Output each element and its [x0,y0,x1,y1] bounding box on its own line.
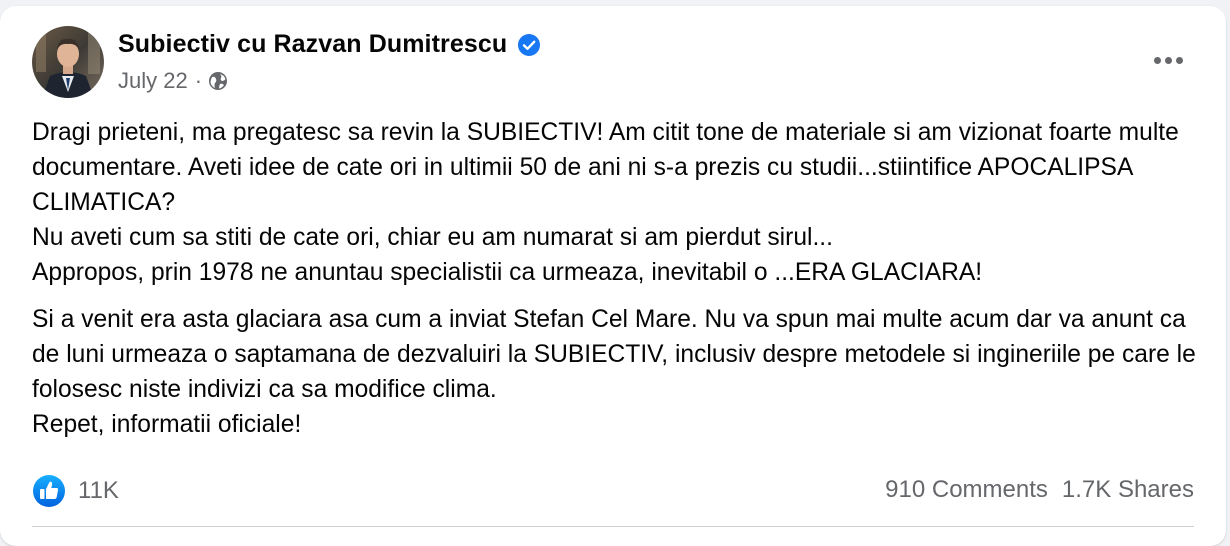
post-header: Subiectiv cu Razvan Dumitrescu July 22 · [32,26,1194,102]
meta-separator: · [194,68,203,93]
post-footer: 11K 910 Comments 1.7K Shares [32,470,1194,510]
post-paragraph-1: Dragi prieteni, ma pregatesc sa revin la… [32,115,1198,290]
post-paragraph-2: Si a venit era asta glaciara asa cum a i… [32,302,1198,442]
globe-icon[interactable] [208,71,228,91]
author-avatar[interactable] [32,26,104,98]
author-name[interactable]: Subiectiv cu Razvan Dumitrescu [118,30,507,59]
post-line: Nu aveti cum sa stiti de cate ori, chiar… [32,224,833,251]
engagement-stats: 910 Comments 1.7K Shares [885,476,1194,504]
verified-badge-icon [517,33,541,57]
more-options-icon-dot [1164,56,1172,64]
post-card: Subiectiv cu Razvan Dumitrescu July 22 · [0,6,1226,546]
post-line: Appropos, prin 1978 ne anuntau specialis… [32,259,983,286]
more-options-icon-dot [1175,56,1183,64]
avatar-image [32,26,104,98]
post-text: Dragi prieteni, ma pregatesc sa revin la… [32,115,1198,442]
more-options-button[interactable] [1146,42,1190,78]
post-line: Dragi prieteni, ma pregatesc sa revin la… [32,119,1179,216]
post-line: Si a venit era asta glaciara asa cum a i… [32,306,1196,403]
more-options-icon [1153,56,1161,64]
author-line: Subiectiv cu Razvan Dumitrescu [118,30,541,59]
reactions-summary[interactable]: 11K [32,474,119,508]
post-date[interactable]: July 22 [118,68,188,94]
like-icon [32,474,66,508]
shares-count[interactable]: 1.7K Shares [1062,476,1194,504]
comments-count[interactable]: 910 Comments [885,476,1048,504]
post-line: Repet, informatii oficiale! [32,411,302,438]
reaction-count: 11K [78,477,119,504]
footer-divider [32,526,1194,527]
post-meta: July 22 · [118,68,228,94]
